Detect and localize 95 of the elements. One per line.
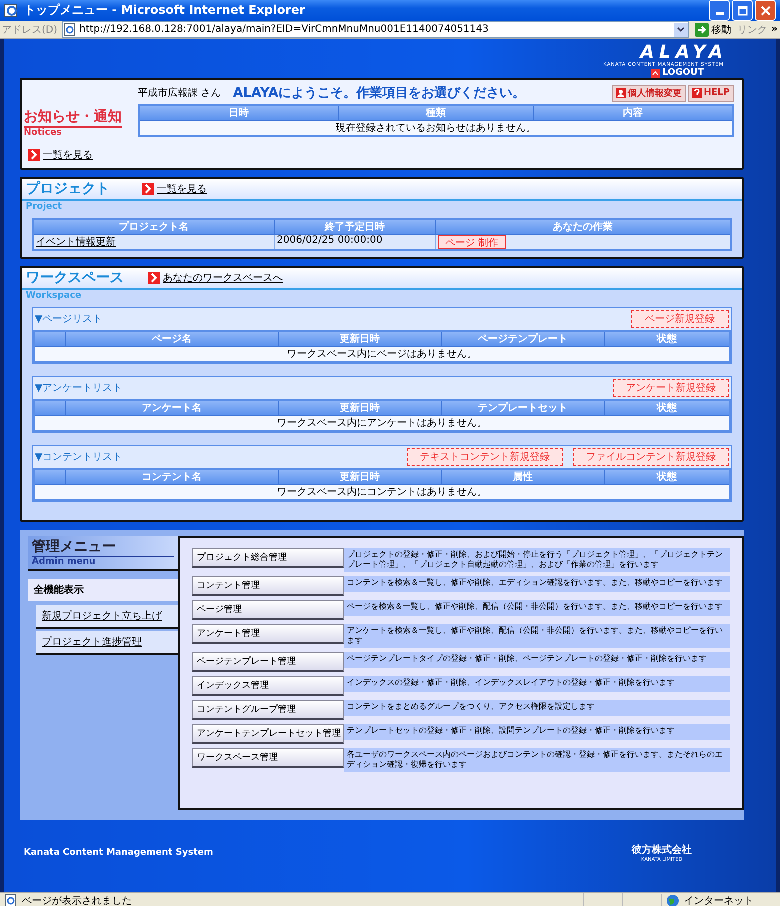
address-field[interactable]: http://192.168.0.128:7001/alaya/main?EID=VirCmnMnuMnu001E1140074051143	[62, 21, 689, 38]
zone-label: インターネット	[684, 895, 754, 906]
chevron-icon	[142, 183, 154, 195]
column-header: 状態	[604, 331, 730, 346]
profile-button[interactable]: 個人情報変更	[612, 84, 686, 102]
chevron-icon	[28, 149, 40, 161]
column-header: 更新日時	[278, 331, 442, 346]
column-header: 種類	[338, 105, 534, 120]
column-header: 内容	[533, 105, 733, 120]
column-header: 更新日時	[278, 400, 442, 416]
column-header: アンケート名	[66, 400, 278, 416]
column-header: コンテント名	[66, 469, 278, 484]
admin-button[interactable]: ワークスペース管理	[192, 748, 344, 768]
dropdown-icon[interactable]	[674, 22, 688, 36]
window-title: トップメニュー - Microsoft Internet Explorer	[24, 2, 306, 19]
empty-message: ワークスペース内にアンケートはありません。	[34, 416, 730, 431]
arrow-icon	[694, 22, 709, 36]
menu-subtitle: Admin menu	[32, 556, 174, 567]
logout-link[interactable]: LOGOUT	[651, 68, 704, 78]
column-header: 更新日時	[278, 469, 442, 484]
help-icon	[692, 88, 702, 98]
column-header: 終了予定日時	[274, 219, 436, 234]
logo: ALAYA	[640, 45, 729, 58]
chevron-icon	[148, 272, 160, 284]
admin-button[interactable]: アンケートテンプレートセット管理	[192, 724, 344, 744]
close-button[interactable]	[755, 0, 776, 21]
caret-icon	[651, 68, 660, 78]
section-subtitle: Project	[25, 201, 64, 214]
admin-button[interactable]: ページテンプレート管理	[192, 652, 344, 672]
admin-button[interactable]: インデックス管理	[192, 676, 344, 696]
menu-tab[interactable]: 新規プロジェクト立ち上げ	[36, 605, 178, 629]
section-title: プロジェクト	[26, 180, 111, 198]
column-header: ページテンプレート	[442, 331, 604, 346]
column-header: あなたの作業	[436, 219, 731, 234]
column-header	[34, 469, 66, 484]
list-link[interactable]: 一覧を見る	[142, 182, 207, 196]
function-description: ページテンプレートタイプの登録・修正・削除、ページテンプレートの登録・修正・削除を行います	[344, 652, 730, 668]
function-description: 各ユーザのワークスペース内のページおよびコンテントの確認・登録・修正を行います。またそれらのエディション確認・復帰を行います	[344, 748, 730, 772]
page-icon	[62, 22, 77, 36]
column-header: 状態	[604, 400, 730, 416]
section-subtitle: Workspace	[25, 290, 83, 303]
user-name: 平成市広報課 さん	[138, 86, 222, 100]
list-title[interactable]: ▼コンテントリスト	[35, 450, 407, 464]
column-header: プロジェクト名	[33, 219, 274, 234]
empty-message: 現在登録されているお知らせはありません。	[139, 120, 733, 136]
menu-tab[interactable]: プロジェクト進捗管理	[36, 631, 178, 655]
list-title[interactable]: ▼アンケートリスト	[35, 381, 613, 395]
table-cell: 2006/02/25 00:00:00	[274, 234, 436, 250]
admin-button[interactable]: プロジェクト総合管理	[192, 548, 344, 568]
admin-button[interactable]: コンテント管理	[192, 576, 344, 596]
maximize-icon	[738, 6, 748, 16]
browser-icon	[4, 2, 20, 18]
company-name: 彼方株式会社	[632, 843, 692, 857]
function-description: アンケートを検索＆一覧し、修正や削除、配信（公開・非公開）を行います。また、移動やコピーを行います	[344, 624, 730, 648]
minimize-icon	[716, 12, 724, 15]
profile-icon	[616, 88, 626, 98]
help-button[interactable]: HELP	[688, 84, 734, 102]
function-description: コンテントをまとめるグループをつくり、アクセス権限を設定します	[344, 700, 730, 716]
maximize-button[interactable]	[732, 0, 753, 21]
column-header: 日時	[139, 105, 339, 120]
footer-text: Kanata Content Management System	[24, 848, 214, 858]
function-description: テンプレートセットの登録・修正・削除、設問テンプレートの登録・修正・削除を行います	[344, 724, 730, 740]
menu-title: 管理メニュー	[32, 538, 117, 556]
section-subtitle: Notices	[24, 128, 63, 138]
function-description: プロジェクトの登録・修正・削除、および開始・停止を行う「プロジェクト管理」、「プロジェクトテンプレート管理」、「プロジェクト自動起動の管理」、および「作業の管理」を行います	[344, 548, 730, 572]
column-header	[34, 400, 66, 416]
function-description: コンテントを検索＆一覧し、修正や削除、エディション確認を行います。また、移動やコピーを行います	[344, 576, 730, 592]
menu-tab[interactable]: 全機能表示	[28, 579, 178, 603]
function-description: ページを検索＆一覧し、修正や削除、配信（公開・非公開）を行います。また、移動やコピーを行います	[344, 600, 730, 616]
admin-button[interactable]: ページ管理	[192, 600, 344, 620]
welcome-message: ALAYAにようこそ。作業項目をお選びください。	[233, 85, 527, 102]
section-title: お知らせ・通知	[24, 108, 122, 128]
minimize-button[interactable]	[709, 0, 730, 21]
column-header: 状態	[604, 469, 730, 484]
column-header: 属性	[442, 469, 604, 484]
admin-button[interactable]: アンケート管理	[192, 624, 344, 644]
function-description: インデックスの登録・修正・削除、インデックスレイアウトの登録・修正・削除を行います	[344, 676, 730, 692]
column-header: テンプレートセット	[442, 400, 604, 416]
empty-message: ワークスペース内にページはありません。	[34, 346, 730, 362]
address-label: アドレス(D)	[2, 24, 58, 36]
go-button[interactable]: 移動	[692, 22, 734, 36]
list-link[interactable]: 一覧を見る	[28, 148, 93, 162]
column-header	[34, 331, 66, 346]
workspace-link[interactable]: あなたのワークスペースへ	[148, 271, 283, 285]
page-icon	[4, 894, 18, 906]
empty-message: ワークスペース内にコンテントはありません。	[34, 484, 730, 500]
more-chevron[interactable]: »	[772, 24, 778, 35]
section-title: ワークスペース	[26, 269, 124, 287]
list-title[interactable]: ▼ページリスト	[35, 312, 631, 326]
column-header: ページ名	[66, 331, 278, 346]
task-button[interactable]: ページ 制作	[438, 235, 506, 249]
globe-icon	[666, 894, 680, 906]
admin-button[interactable]: コンテントグループ管理	[192, 700, 344, 720]
status-text: ページが表示されました	[22, 894, 132, 906]
close-icon	[760, 6, 770, 16]
